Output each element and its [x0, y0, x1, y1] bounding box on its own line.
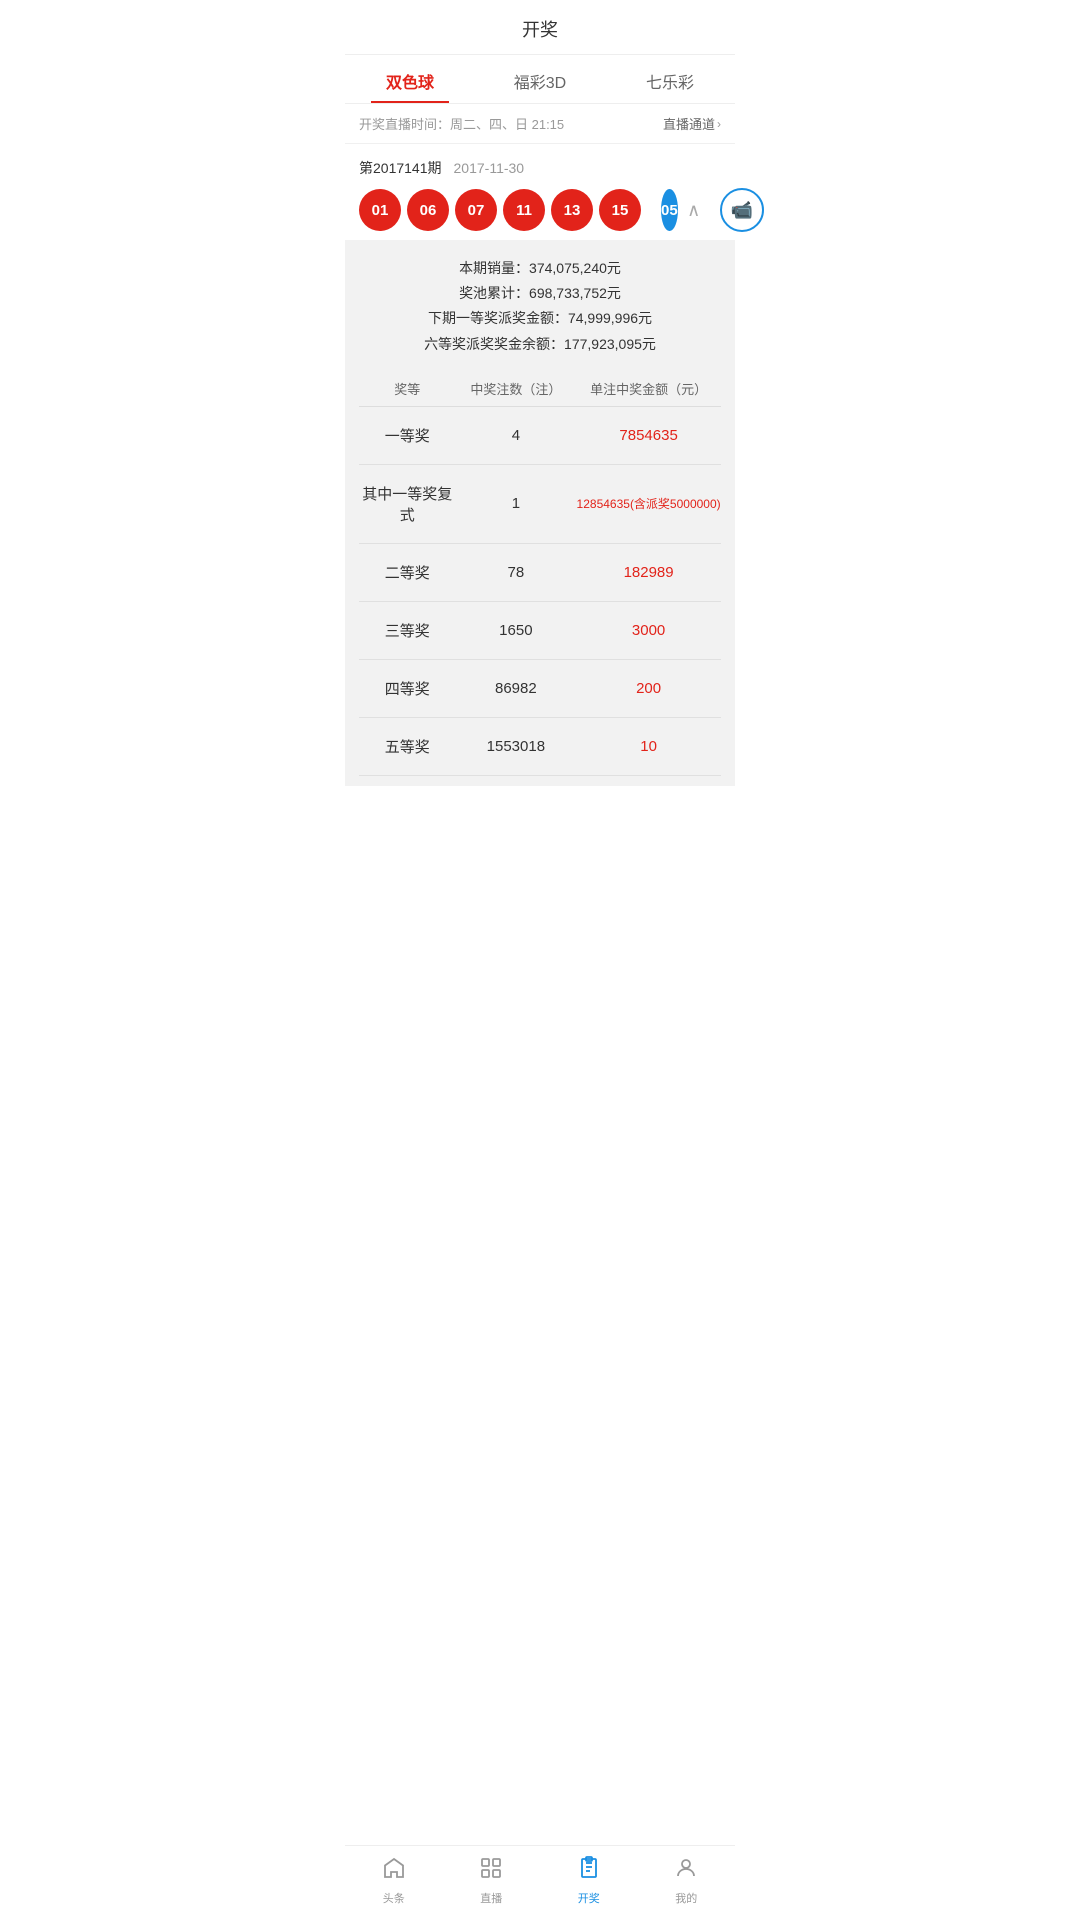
prize-amount-5: 10: [576, 738, 721, 755]
blue-ball: 05: [661, 189, 678, 231]
prize-amount-2: 182989: [576, 564, 721, 581]
draw-section: 第2017141期 2017-11-30 01 06 07 11 13 15 0…: [345, 144, 735, 232]
red-balls-container: 01 06 07 11 13 15: [359, 189, 641, 231]
prize-count-2: 78: [456, 564, 577, 581]
period-label: 第2017141期: [359, 158, 442, 178]
table-row: 一等奖 4 7854635: [359, 407, 721, 465]
nav-live-label: 直播: [480, 1890, 502, 1906]
collapse-button[interactable]: ∧: [678, 194, 710, 226]
nav-draw-label: 开奖: [578, 1890, 600, 1906]
nav-live[interactable]: 直播: [443, 1852, 541, 1910]
summary-line3: 下期一等奖派奖金额：74,999,996元: [359, 306, 721, 331]
page-title: 开奖: [522, 20, 558, 40]
person-icon: [674, 1856, 698, 1886]
tab-shuangseqiu[interactable]: 双色球: [345, 55, 475, 103]
summary-line2: 奖池累计：698,733,752元: [359, 281, 721, 306]
draw-controls: ∧ 📹: [678, 188, 764, 232]
table-row: 五等奖 1553018 10: [359, 718, 721, 776]
video-button[interactable]: 📹: [720, 188, 764, 232]
apps-icon: [479, 1856, 503, 1886]
red-ball-1: 01: [359, 189, 401, 231]
prize-count-1: 4: [456, 427, 577, 444]
red-ball-3: 07: [455, 189, 497, 231]
red-ball-4: 11: [503, 189, 545, 231]
draw-period: 第2017141期 2017-11-30: [359, 158, 721, 178]
table-row: 三等奖 1650 3000: [359, 602, 721, 660]
prize-name-5: 五等奖: [359, 736, 456, 757]
col-header-count: 中奖注数（注）: [456, 379, 577, 398]
prize-name-4: 四等奖: [359, 678, 456, 699]
tab-bar: 双色球 福彩3D 七乐彩: [345, 55, 735, 104]
table-row: 其中一等奖复式 1 12854635(含派奖5000000): [359, 465, 721, 544]
table-row: 四等奖 86982 200: [359, 660, 721, 718]
prize-amount-1: 7854635: [576, 427, 721, 444]
red-ball-5: 13: [551, 189, 593, 231]
period-date: 2017-11-30: [454, 160, 525, 176]
prize-amount-1b: 12854635(含派奖5000000): [576, 495, 721, 512]
home-icon: [382, 1856, 406, 1886]
red-ball-6: 15: [599, 189, 641, 231]
header: 开奖: [345, 0, 735, 55]
video-camera-icon: 📹: [730, 200, 752, 221]
detail-panel: 本期销量：374,075,240元 奖池累计：698,733,752元 下期一等…: [345, 240, 735, 786]
live-time-label: 开奖直播时间：周二、四、日 21:15: [359, 114, 564, 133]
prize-name-1: 一等奖: [359, 425, 456, 446]
col-header-prize: 奖等: [359, 379, 456, 398]
clipboard-icon: [577, 1856, 601, 1886]
prize-amount-4: 200: [576, 680, 721, 697]
prize-table: 奖等 中奖注数（注） 单注中奖金额（元） 一等奖 4 7854635 其中一等奖…: [359, 371, 721, 776]
summary-line1: 本期销量：374,075,240元: [359, 256, 721, 281]
nav-home-label: 头条: [383, 1890, 405, 1906]
prize-count-4: 86982: [456, 680, 577, 697]
table-row: 二等奖 78 182989: [359, 544, 721, 602]
live-info-bar: 开奖直播时间：周二、四、日 21:15 直播通道 ›: [345, 104, 735, 144]
prize-count-3: 1650: [456, 622, 577, 639]
draw-numbers-row: 01 06 07 11 13 15 05 ∧ 📹: [359, 188, 721, 232]
bottom-nav: 头条 直播 开奖: [345, 1845, 735, 1920]
red-ball-2: 06: [407, 189, 449, 231]
chevron-up-icon: ∧: [687, 200, 700, 221]
live-channel-link[interactable]: 直播通道 ›: [663, 114, 721, 133]
col-header-amount: 单注中奖金额（元）: [576, 379, 721, 398]
table-header-row: 奖等 中奖注数（注） 单注中奖金额（元）: [359, 371, 721, 407]
tab-qilecai[interactable]: 七乐彩: [605, 55, 735, 103]
summary-line4: 六等奖派奖奖金余额：177,923,095元: [359, 332, 721, 357]
nav-me-label: 我的: [675, 1890, 697, 1906]
prize-name-1b: 其中一等奖复式: [359, 483, 456, 525]
prize-count-5: 1553018: [456, 738, 577, 755]
nav-draw[interactable]: 开奖: [540, 1852, 638, 1910]
nav-home[interactable]: 头条: [345, 1852, 443, 1910]
nav-me[interactable]: 我的: [638, 1852, 736, 1910]
prize-name-3: 三等奖: [359, 620, 456, 641]
prize-count-1b: 1: [456, 495, 577, 512]
prize-amount-3: 3000: [576, 622, 721, 639]
summary-info: 本期销量：374,075,240元 奖池累计：698,733,752元 下期一等…: [359, 256, 721, 357]
chevron-right-icon: ›: [717, 117, 721, 131]
tab-fucai3d[interactable]: 福彩3D: [475, 55, 605, 103]
prize-name-2: 二等奖: [359, 562, 456, 583]
